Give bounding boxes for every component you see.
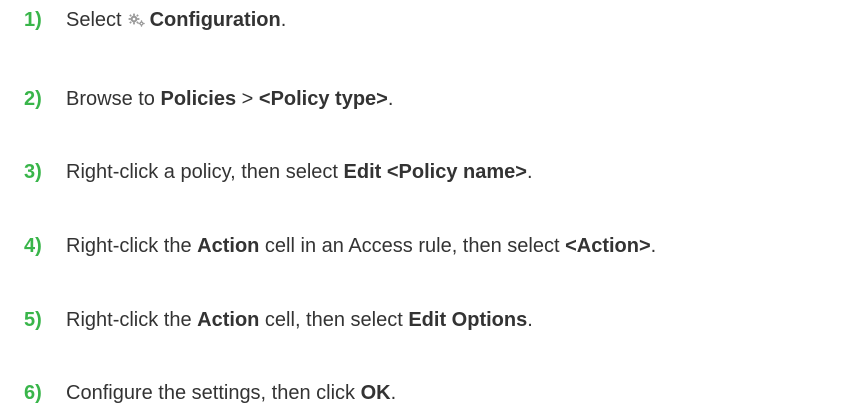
step-5: 5) Right-click the Action cell, then sel… <box>24 306 533 334</box>
step-text-part: > <box>236 88 259 110</box>
step-text: Browse to Policies > <Policy type> . <box>66 85 393 113</box>
step-number: 2) <box>24 88 42 110</box>
step-number: 5) <box>24 309 42 331</box>
step-text-part: Right-click the <box>66 309 198 331</box>
step-text-part: <Action> <box>565 235 651 257</box>
step-number: 3) <box>24 161 42 183</box>
step-text-part: Configure the settings, then click <box>66 382 361 404</box>
step-text-part: Right-click a policy, then select <box>66 161 344 183</box>
step-text-part: Action <box>197 235 260 257</box>
step-text-part: . <box>650 235 657 257</box>
step-4: 4) Right-click the Action cell in an Acc… <box>24 232 656 260</box>
step-text-part: . <box>387 88 394 110</box>
step-text: Right-click the Action cell, then select… <box>66 306 533 334</box>
step-text-part: Browse to <box>66 88 161 110</box>
step-1: 1) Select Configuration . <box>24 6 286 34</box>
step-text-part: . <box>390 382 397 404</box>
step-text-part: cell, then select <box>259 309 409 331</box>
step-text-part: Edit Options <box>408 309 528 331</box>
step-number: 6) <box>24 382 42 404</box>
step-3: 3) Right-click a policy, then select Edi… <box>24 158 533 186</box>
step-text: Right-click a policy, then select Edit <… <box>66 158 533 186</box>
step-text-part: Action <box>197 309 260 331</box>
step-2: 2) Browse to Policies > <Policy type> . <box>24 85 393 113</box>
step-number: 1) <box>24 9 42 31</box>
step-text: Right-click the Action cell in an Access… <box>66 232 656 260</box>
step-text-part: OK <box>360 382 391 404</box>
gear-icon <box>128 13 146 27</box>
step-text-part: . <box>526 161 533 183</box>
step-text-part: . <box>280 9 287 31</box>
instruction-steps: 1) Select Configuration . 2) Browse to P… <box>0 0 854 414</box>
step-text-part: Policies <box>160 88 237 110</box>
step-text: Configure the settings, then click OK . <box>66 379 396 407</box>
step-text-part: Edit <Policy name> <box>343 161 527 183</box>
step-text-part: <Policy type> <box>258 88 388 110</box>
step-number: 4) <box>24 235 42 257</box>
step-text-part: Right-click the <box>66 235 198 257</box>
step-text-part: cell in an Access rule, then select <box>259 235 566 257</box>
step-text: Select Configuration . <box>66 6 286 34</box>
step-text-part: Select <box>66 9 122 31</box>
step-text-part: Configuration <box>149 9 281 31</box>
step-text-part: . <box>527 309 533 331</box>
step-6: 6) Configure the settings, then click OK… <box>24 379 396 407</box>
